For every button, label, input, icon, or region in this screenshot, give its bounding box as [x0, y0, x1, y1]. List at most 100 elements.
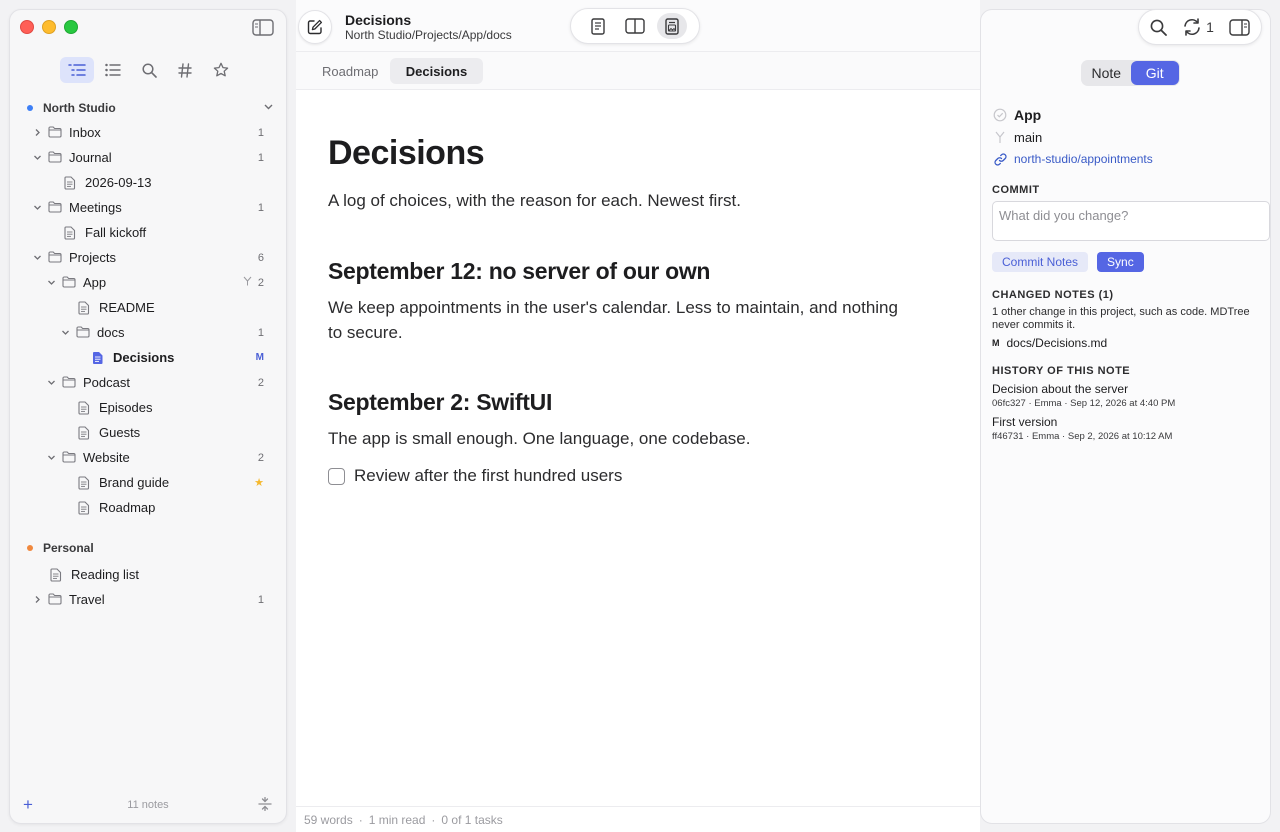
sidebar-note[interactable]: Brand guide ★ — [10, 470, 286, 495]
split-view-button[interactable] — [620, 13, 650, 39]
history-item[interactable]: First version ff46731 · Emma · Sep 2, 20… — [992, 415, 1268, 442]
branch-row: main — [992, 126, 1268, 148]
chevron-right-icon[interactable] — [30, 128, 44, 137]
hashtag-icon — [178, 62, 192, 78]
sidebar-folder[interactable]: Podcast 2 — [10, 370, 286, 395]
remote-row: north-studio/appointments — [992, 148, 1268, 170]
sidebar-folder[interactable]: App 2 — [10, 270, 286, 295]
remote-link[interactable]: north-studio/appointments — [1014, 152, 1153, 166]
git-tab[interactable]: Git — [1130, 61, 1179, 85]
word-count: 59 words — [304, 812, 353, 827]
chevron-down-icon[interactable] — [44, 378, 58, 387]
sidebar-folder[interactable]: Travel 1 — [10, 587, 286, 612]
close-window-button[interactable] — [20, 20, 34, 34]
sidebar-note[interactable]: 2026-09-13 — [10, 170, 286, 195]
sync-count: 1 — [1206, 19, 1214, 35]
sidebar-item-label: App — [83, 275, 107, 290]
chevron-down-icon[interactable] — [30, 203, 44, 212]
task-checkbox[interactable] — [328, 467, 345, 485]
workspace-color-dot — [27, 104, 33, 111]
branch-name: main — [1014, 129, 1043, 145]
sidebar-item-label: Inbox — [69, 125, 101, 140]
status-bar: 59 words · 1 min read · 0 of 1 tasks — [296, 806, 980, 832]
git-panel: App main north-studio/appointments COMMI… — [992, 104, 1270, 442]
sidebar-note[interactable]: Decisions M — [10, 345, 286, 370]
sidebar-item-label: Decisions — [113, 350, 175, 365]
search-button[interactable] — [1150, 19, 1168, 36]
inspector-toggle-icon — [1228, 18, 1250, 36]
modified-badge: M — [992, 338, 1000, 348]
item-count: 1 — [257, 201, 264, 214]
view-mode-switcher — [570, 8, 700, 44]
chevron-down-icon[interactable] — [263, 101, 274, 115]
tab-decisions[interactable]: Decisions — [390, 58, 483, 84]
history-item[interactable]: Decision about the server 06fc327 · Emma… — [992, 382, 1268, 409]
favorites-view-button[interactable] — [204, 57, 238, 83]
sidebar-folder[interactable]: Website 2 — [10, 445, 286, 470]
status-separator: · — [431, 812, 436, 827]
search-icon — [141, 62, 157, 78]
sidebar-folder[interactable]: Meetings 1 — [10, 195, 286, 220]
chevron-down-icon[interactable] — [30, 153, 44, 162]
search-view-button[interactable] — [132, 57, 166, 83]
inspector-toggle-button[interactable] — [1228, 18, 1250, 36]
sidebar-item-label: 2026-09-13 — [85, 175, 152, 190]
chevron-down-icon[interactable] — [58, 328, 72, 337]
status-separator: · — [358, 812, 363, 827]
sidebar-item-label: Podcast — [83, 375, 130, 390]
changed-info: 1 other change in this project, such as … — [992, 306, 1250, 331]
list-view-button[interactable] — [96, 57, 130, 83]
commit-section-label: COMMIT — [992, 184, 1040, 196]
zoom-window-button[interactable] — [64, 20, 78, 34]
sidebar-note[interactable]: Guests — [10, 420, 286, 445]
preview-button[interactable] — [657, 13, 688, 39]
chevron-down-icon[interactable] — [30, 253, 44, 262]
editor-only-button[interactable] — [583, 13, 613, 39]
commit-meta: ff46731 · Emma · Sep 2, 2026 at 10:12 AM — [992, 431, 1173, 442]
new-note-button[interactable] — [298, 10, 332, 44]
tags-view-button[interactable] — [168, 57, 202, 83]
add-note-button[interactable]: + — [23, 795, 33, 815]
sidebar-item-label: Meetings — [69, 200, 122, 215]
repo-icon — [992, 108, 1008, 122]
sidebar-note[interactable]: Roadmap — [10, 495, 286, 520]
history-label: HISTORY OF THIS NOTE — [992, 365, 1131, 377]
commit-actions: Commit Notes Sync — [992, 252, 1268, 272]
commit-title: Decision about the server — [992, 382, 1129, 396]
note-icon — [64, 225, 78, 240]
sidebar-folder[interactable]: Projects 6 — [10, 245, 286, 270]
workspace-header[interactable]: North Studio — [10, 95, 286, 120]
chevron-down-icon[interactable] — [44, 278, 58, 287]
changed-file-path: docs/Decisions.md — [1006, 336, 1108, 350]
sidebar-toggle-icon[interactable] — [252, 19, 274, 36]
paragraph-section-1: We keep appointments in the user's calen… — [328, 298, 898, 342]
sidebar-folder[interactable]: Inbox 1 — [10, 120, 286, 145]
sidebar-note[interactable]: Episodes — [10, 395, 286, 420]
sidebar-note[interactable]: README — [10, 295, 286, 320]
outline-view-button[interactable] — [60, 57, 94, 83]
commit-message-input[interactable] — [992, 201, 1270, 241]
collapse-all-icon[interactable] — [258, 796, 272, 814]
commit-notes-button[interactable]: Commit Notes — [992, 252, 1089, 272]
commit-meta: 06fc327 · Emma · Sep 12, 2026 at 4:40 PM — [992, 398, 1176, 409]
chevron-right-icon[interactable] — [30, 595, 44, 604]
sidebar-note[interactable]: Fall kickoff — [10, 220, 286, 245]
workspace-header[interactable]: Personal — [10, 535, 286, 560]
minimize-window-button[interactable] — [42, 20, 56, 34]
sidebar-folder[interactable]: docs 1 — [10, 320, 286, 345]
repo-row: App — [992, 104, 1268, 126]
tab-roadmap[interactable]: Roadmap — [310, 58, 390, 84]
task-label: Review after the first hundred users — [354, 466, 623, 485]
chevron-down-icon[interactable] — [44, 453, 58, 462]
changed-file-row[interactable]: M docs/Decisions.md — [992, 336, 1268, 350]
sidebar-folder[interactable]: Journal 1 — [10, 145, 286, 170]
sync-button[interactable]: Sync — [1097, 252, 1144, 272]
sidebar-item-label: Travel — [69, 592, 105, 607]
sidebar-note[interactable]: Reading list — [10, 562, 286, 587]
commit-title: First version — [992, 415, 1058, 429]
sync-status-button[interactable]: 1 — [1182, 18, 1214, 36]
item-count: 2 — [257, 376, 264, 389]
item-count: 1 — [257, 593, 264, 606]
compose-icon — [307, 19, 323, 35]
note-tab[interactable]: Note — [1082, 61, 1131, 85]
